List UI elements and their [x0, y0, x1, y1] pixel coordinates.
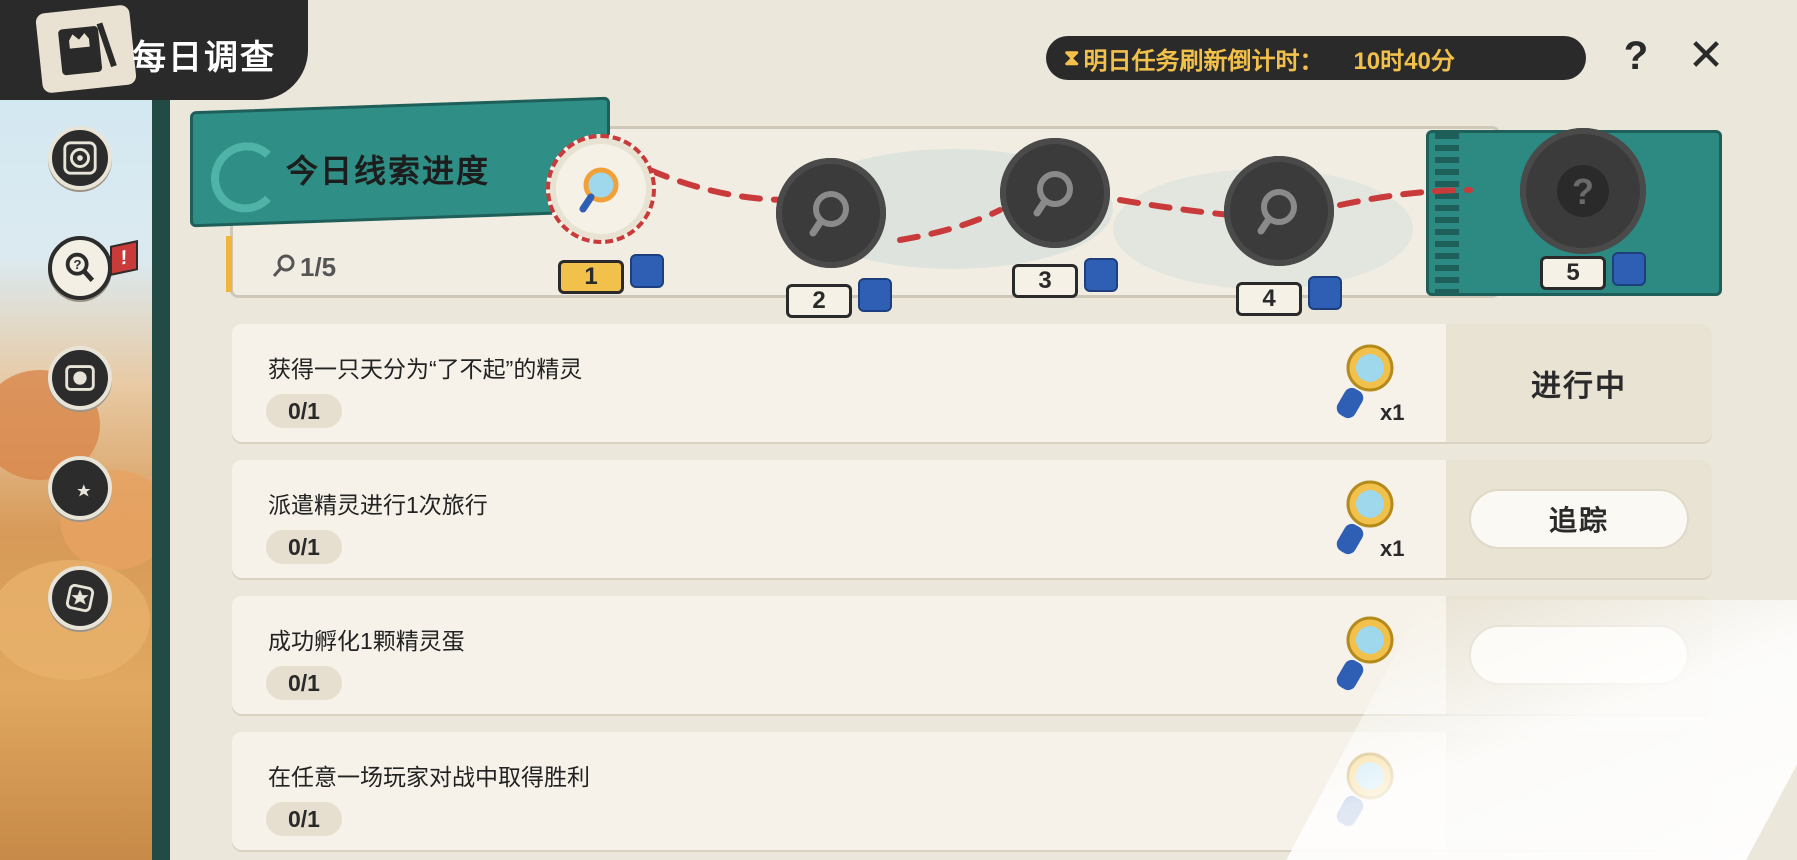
- track-button[interactable]: 追踪: [1469, 489, 1689, 549]
- task-title: 成功孵化1颗精灵蛋: [268, 628, 465, 654]
- clue-badge-icon: [858, 278, 892, 312]
- progress-node-5[interactable]: ? 5: [1520, 128, 1646, 290]
- track-button[interactable]: [1469, 625, 1689, 685]
- status-in-progress: 进行中: [1531, 370, 1627, 403]
- node-number: 2: [786, 284, 852, 318]
- clue-badge-icon: [630, 254, 664, 288]
- progress-node-4[interactable]: 4: [1224, 156, 1342, 316]
- status-cell: [1446, 732, 1712, 850]
- status-cell: 追踪: [1446, 460, 1712, 578]
- task-row: 在任意一场玩家对战中取得胜利 0/1: [232, 732, 1712, 850]
- svg-text:?: ?: [1572, 171, 1594, 212]
- node-number: 4: [1236, 282, 1302, 316]
- clue-badge-icon: [1308, 276, 1342, 310]
- clue-seal-icon: [546, 134, 656, 244]
- status-cell: [1446, 596, 1712, 714]
- task-row: 成功孵化1颗精灵蛋 0/1: [232, 596, 1712, 714]
- task-title: 在任意一场玩家对战中取得胜利: [268, 764, 590, 790]
- task-row: 获得一只天分为“了不起”的精灵 0/1 x1 进行中: [232, 324, 1712, 442]
- reward-count: x1: [1380, 536, 1405, 561]
- reward-count: x1: [1380, 400, 1405, 425]
- node-number: 3: [1012, 264, 1078, 298]
- clue-badge-icon: [1084, 258, 1118, 292]
- locked-seal-icon: [1000, 138, 1110, 248]
- node-number: 5: [1540, 256, 1606, 290]
- mystery-reward-icon: ?: [1520, 128, 1646, 254]
- task-title: 获得一只天分为“了不起”的精灵: [268, 356, 583, 382]
- task-row: 派遣精灵进行1次旅行 0/1 x1 追踪: [232, 460, 1712, 578]
- task-progress: 0/1: [266, 802, 342, 836]
- magnifier-reward-icon: [1336, 616, 1394, 691]
- progress-node-2[interactable]: 2: [776, 158, 892, 318]
- clue-badge-icon: [1612, 252, 1646, 286]
- node-number: 1: [558, 260, 624, 294]
- task-progress: 0/1: [266, 666, 342, 700]
- locked-seal-icon: [1224, 156, 1334, 266]
- progress-node-1[interactable]: 1: [546, 134, 664, 294]
- locked-seal-icon: [776, 158, 886, 268]
- progress-node-3[interactable]: 3: [1000, 138, 1118, 298]
- status-cell: 进行中: [1446, 324, 1712, 442]
- task-progress: 0/1: [266, 530, 342, 564]
- task-progress: 0/1: [266, 394, 342, 428]
- magnifier-reward-icon: [1336, 752, 1394, 827]
- task-title: 派遣精灵进行1次旅行: [268, 492, 488, 518]
